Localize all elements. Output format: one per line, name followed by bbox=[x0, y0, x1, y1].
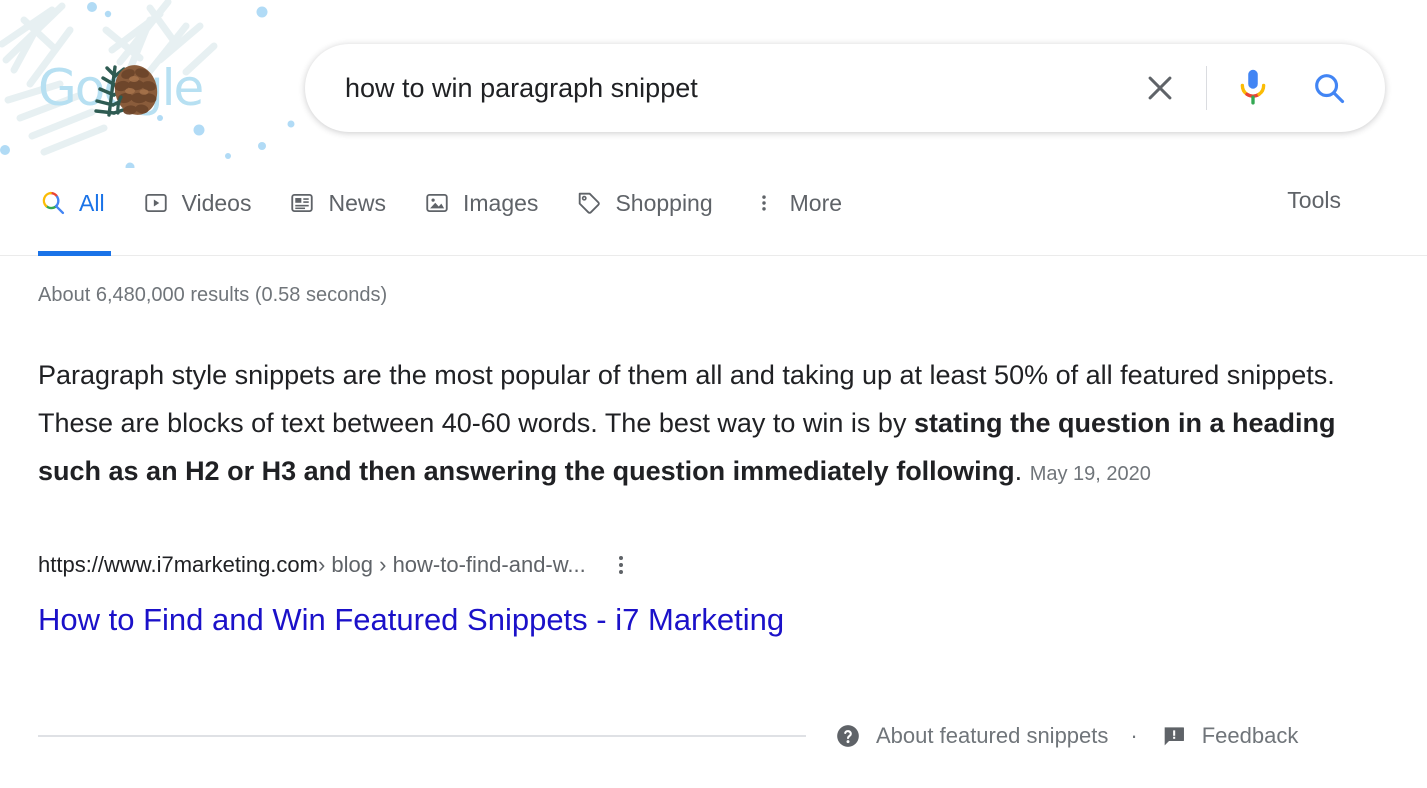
snippet-tail: . bbox=[1014, 456, 1023, 486]
active-tab-underline bbox=[38, 251, 111, 256]
tag-icon bbox=[574, 188, 604, 218]
result-title-link[interactable]: How to Find and Win Featured Snippets - … bbox=[38, 602, 784, 638]
result-url-domain[interactable]: https://www.i7marketing.com bbox=[38, 550, 318, 580]
close-icon[interactable] bbox=[1138, 66, 1182, 110]
result-stats: About 6,480,000 results (0.58 seconds) bbox=[38, 284, 388, 306]
search-divider bbox=[1206, 66, 1207, 110]
tab-label: All bbox=[79, 189, 105, 216]
tab-all[interactable]: All bbox=[38, 170, 111, 256]
footer-divider bbox=[38, 735, 806, 737]
search-icon[interactable] bbox=[1307, 66, 1351, 110]
google-doodle-logo[interactable]: Google bbox=[38, 57, 213, 119]
footer-separator: · bbox=[1130, 723, 1138, 748]
more-vert-icon[interactable] bbox=[608, 552, 634, 578]
search-input[interactable] bbox=[345, 68, 1138, 108]
page-header: Google bbox=[0, 0, 1427, 170]
search-nav-bar: All Videos News Images Shopping More Too… bbox=[0, 170, 1427, 256]
feedback-icon bbox=[1160, 722, 1188, 750]
about-featured-snippets-link[interactable]: About featured snippets bbox=[834, 722, 1108, 750]
tools-button[interactable]: Tools bbox=[1287, 187, 1341, 214]
video-icon bbox=[141, 188, 171, 218]
tab-label: Images bbox=[463, 189, 539, 216]
pinecone-doodle-icon bbox=[94, 65, 158, 117]
result-source-block: https://www.i7marketing.com › blog › how… bbox=[38, 550, 1427, 638]
about-featured-snippets-label: About featured snippets bbox=[876, 723, 1109, 748]
news-icon bbox=[287, 188, 317, 218]
tab-shopping[interactable]: Shopping bbox=[574, 170, 713, 236]
more-vert-icon bbox=[749, 188, 779, 218]
result-url-row: https://www.i7marketing.com › blog › how… bbox=[38, 550, 1427, 580]
feedback-link[interactable]: Feedback bbox=[1160, 722, 1299, 750]
feedback-label: Feedback bbox=[1201, 723, 1299, 748]
search-bar[interactable] bbox=[305, 44, 1385, 132]
tab-label: Shopping bbox=[615, 189, 713, 216]
help-circle-icon bbox=[834, 722, 862, 750]
microphone-icon[interactable] bbox=[1233, 64, 1273, 112]
tab-more[interactable]: More bbox=[749, 170, 842, 236]
results-container: About 6,480,000 results (0.58 seconds) P… bbox=[0, 256, 1427, 638]
result-url-path[interactable]: › blog › how-to-find-and-w... bbox=[318, 550, 586, 580]
google-search-icon bbox=[38, 188, 68, 218]
snippet-date: May 19, 2020 bbox=[1029, 463, 1151, 485]
featured-snippet-text: Paragraph style snippets are the most po… bbox=[38, 351, 1338, 498]
tab-news[interactable]: News bbox=[287, 170, 386, 236]
nav-tabs: All Videos News Images Shopping More bbox=[38, 170, 878, 256]
image-icon bbox=[422, 188, 452, 218]
tab-videos[interactable]: Videos bbox=[141, 170, 252, 236]
tab-label: More bbox=[789, 189, 843, 216]
featured-snippet-footer: About featured snippets · Feedback bbox=[38, 722, 1388, 750]
tab-label: Videos bbox=[181, 189, 252, 216]
tab-images[interactable]: Images bbox=[422, 170, 538, 236]
tab-label: News bbox=[328, 189, 386, 216]
